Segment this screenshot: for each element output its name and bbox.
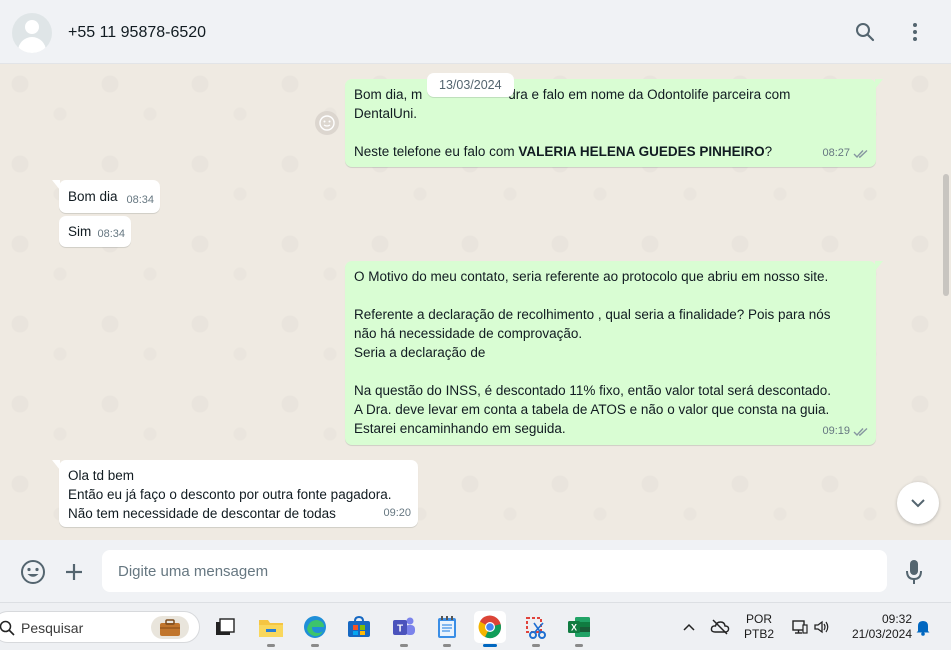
notepad-icon[interactable]	[431, 611, 463, 647]
message-text: Sim	[68, 224, 92, 239]
windows-taskbar: Pesquisar T X POR PTB2 09:32 21/03/2024	[0, 602, 951, 650]
emoji-reaction-icon[interactable]	[315, 111, 339, 135]
message-text: dra e falo em nome da Odontolife parceir…	[508, 87, 791, 102]
message-time: 08:34	[97, 228, 125, 240]
message-incoming[interactable]: Sim 08:34	[59, 216, 131, 247]
chrome-browser-icon[interactable]	[474, 611, 506, 647]
taskbar-search[interactable]: Pesquisar	[0, 611, 200, 643]
keyboard-layout: PTB2	[743, 627, 774, 641]
emoji-icon[interactable]	[19, 558, 47, 586]
message-text: A Dra. deve levar em conta a tabela de A…	[354, 402, 830, 417]
task-view-icon[interactable]	[209, 611, 241, 643]
message-meta: 09:20	[383, 504, 411, 523]
attach-plus-icon[interactable]	[60, 558, 88, 586]
contact-name[interactable]: +55 11 95878-6520	[68, 24, 206, 42]
message-text: Referente a declaração de recolhimento ,…	[354, 307, 831, 322]
search-icon[interactable]	[853, 20, 877, 44]
onedrive-offline-icon[interactable]	[704, 611, 736, 643]
microphone-icon[interactable]	[900, 558, 928, 586]
message-text: Seria a declaração de	[354, 345, 486, 360]
language-code: POR	[745, 612, 772, 626]
svg-text:T: T	[397, 624, 403, 635]
chat-area[interactable]: Bom dia, m dra e falo em nome da Odontoli…	[0, 64, 951, 540]
message-meta: 09:19	[822, 422, 869, 441]
read-ticks-icon	[853, 149, 868, 158]
file-explorer-icon[interactable]	[255, 611, 287, 647]
message-text: O Motivo do meu contato, seria referente…	[354, 269, 829, 284]
read-ticks-icon	[853, 427, 868, 436]
briefcase-icon	[151, 616, 189, 639]
message-text: Não tem necessidade de descontar de toda…	[68, 506, 336, 521]
message-text: Neste telefone eu falo com	[354, 144, 519, 159]
message-text: ?	[764, 144, 773, 159]
message-meta: 08:34	[97, 225, 125, 244]
clock-time: 09:32	[881, 612, 912, 626]
message-time: 08:34	[126, 194, 154, 206]
message-text: Ola td bem	[68, 468, 135, 483]
notification-bell-icon[interactable]	[908, 611, 938, 643]
svg-text:X: X	[571, 623, 577, 633]
message-text: não há necessidade de comprovação.	[354, 326, 583, 341]
input-language-indicator[interactable]: POR PTB2	[743, 612, 775, 642]
message-incoming[interactable]: Ola td bem Então eu já faço o desconto p…	[52, 460, 418, 527]
message-outgoing[interactable]: O Motivo do meu contato, seria referente…	[345, 261, 883, 445]
message-time: 08:27	[822, 147, 850, 159]
message-time: 09:19	[822, 425, 850, 437]
date-chip: 13/03/2024	[427, 73, 514, 97]
contact-full-name: VALERIA HELENA GUEDES PINHEIRO	[518, 144, 765, 159]
message-text: Na questão do INSS, é descontado 11% fix…	[354, 383, 832, 398]
message-text: Estarei encaminhando em seguida.	[354, 421, 566, 436]
message-text: Bom dia, m	[354, 87, 423, 102]
chevron-down-icon	[911, 499, 925, 508]
scroll-down-button[interactable]	[897, 482, 939, 524]
message-text: DentalUni.	[354, 106, 418, 121]
message-time: 09:20	[383, 507, 411, 519]
message-text: Bom dia	[68, 189, 118, 204]
excel-icon[interactable]: X	[563, 611, 595, 647]
message-input[interactable]	[102, 550, 887, 592]
system-clock[interactable]: 09:32 21/03/2024	[842, 612, 912, 642]
message-composer	[0, 540, 951, 602]
microsoft-store-icon[interactable]	[343, 611, 375, 643]
kebab-menu-icon[interactable]	[903, 20, 927, 44]
search-icon	[0, 620, 15, 636]
chat-scrollbar[interactable]	[943, 174, 949, 296]
clock-date: 21/03/2024	[851, 627, 912, 641]
chat-header: +55 11 95878-6520	[0, 0, 951, 64]
volume-icon[interactable]	[806, 611, 838, 643]
tray-chevron-up-icon[interactable]	[673, 611, 705, 643]
taskbar-search-label: Pesquisar	[21, 620, 84, 636]
edge-browser-icon[interactable]	[299, 611, 331, 647]
message-outgoing[interactable]: Bom dia, m dra e falo em nome da Odontoli…	[345, 79, 883, 167]
message-meta: 08:34	[126, 191, 154, 210]
contact-avatar[interactable]	[12, 13, 52, 53]
snipping-tool-icon[interactable]	[520, 611, 552, 647]
message-incoming[interactable]: Bom dia 08:34	[52, 180, 160, 213]
teams-icon[interactable]: T	[388, 611, 420, 647]
message-text: Então eu já faço o desconto por outra fo…	[68, 487, 392, 502]
message-meta: 08:27	[822, 144, 869, 163]
